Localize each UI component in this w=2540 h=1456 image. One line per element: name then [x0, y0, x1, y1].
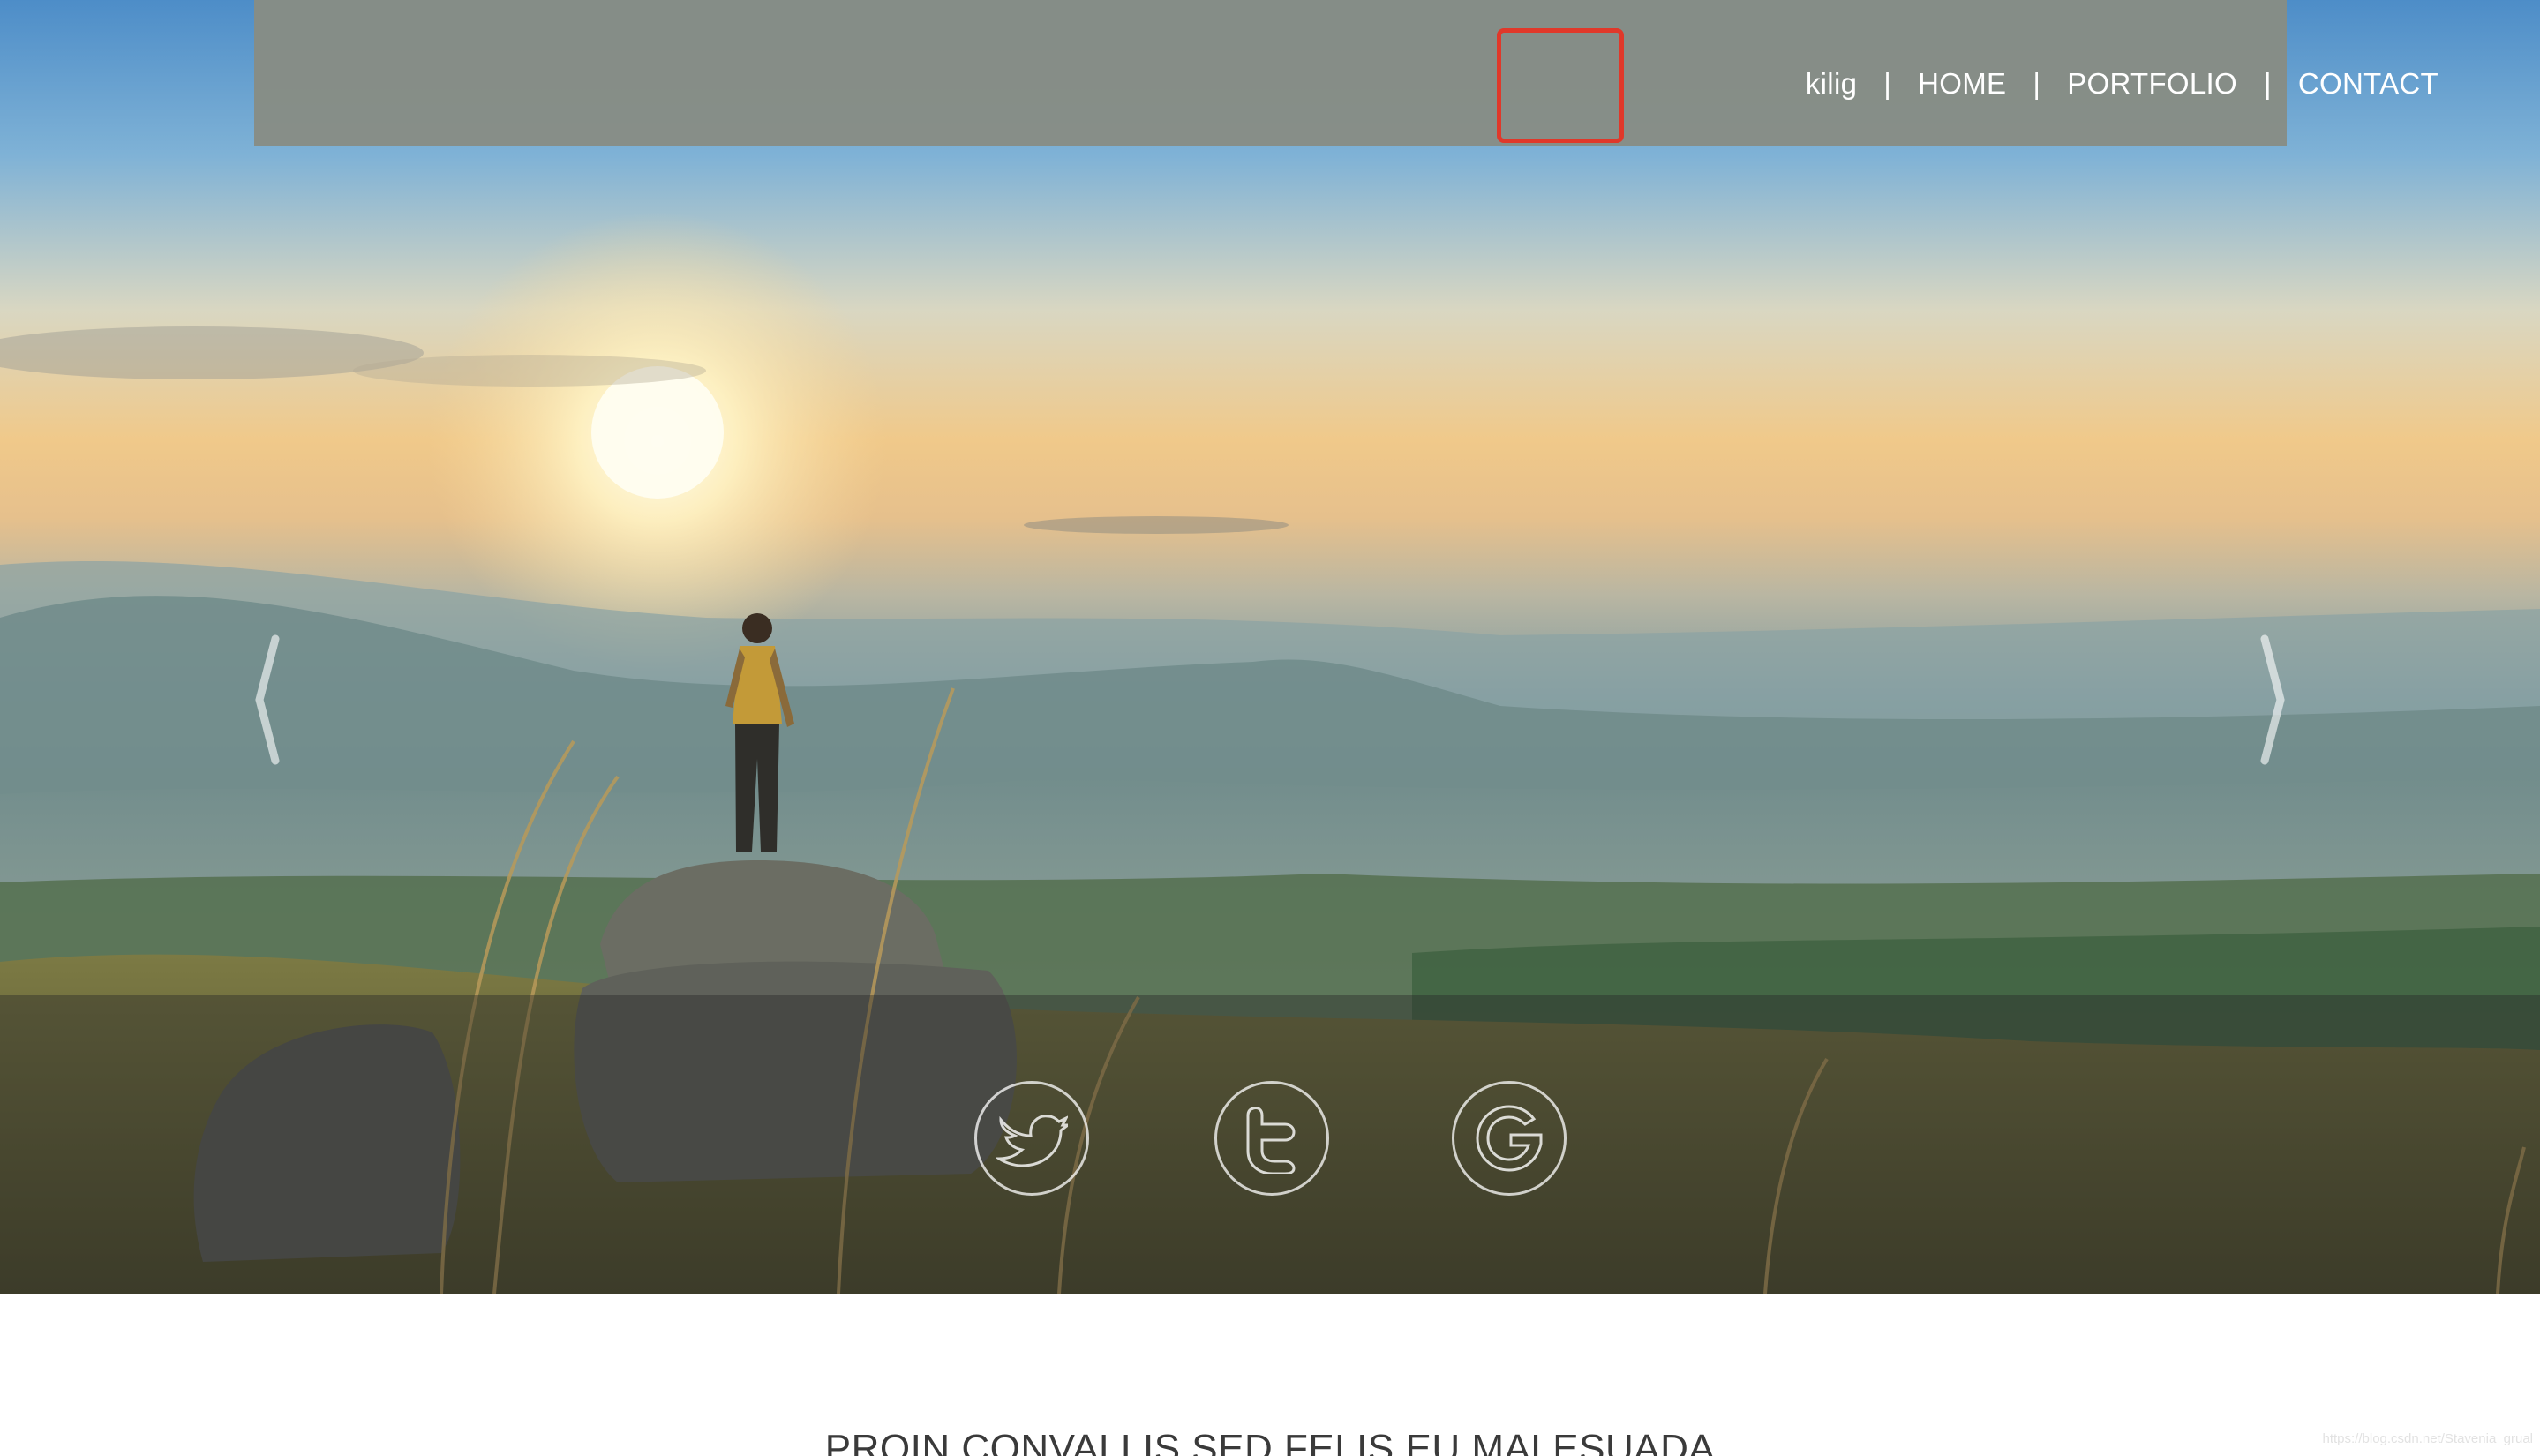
nav-separator: |	[1883, 67, 1892, 100]
nav-separator: |	[2263, 67, 2272, 100]
nav-separator: |	[2033, 67, 2041, 100]
nav-brand-link[interactable]: kilig	[1806, 67, 1857, 101]
bird-icon	[996, 1115, 1068, 1167]
nav-contact-link[interactable]: CONTACT	[2298, 67, 2439, 101]
social-twitter-button[interactable]	[1214, 1081, 1329, 1196]
chevron-left-icon	[255, 634, 280, 765]
watermark-text: https://blog.csdn.net/Stavenia_grual	[2322, 1431, 2534, 1446]
nav-portfolio-link[interactable]: PORTFOLIO	[2067, 67, 2237, 101]
google-icon	[1476, 1105, 1543, 1172]
social-bird-button[interactable]	[974, 1081, 1089, 1196]
annotation-highlight-box	[1497, 28, 1624, 143]
hero-carousel	[0, 0, 2540, 1294]
chevron-right-icon	[2260, 634, 2285, 765]
carousel-prev-button[interactable]	[249, 634, 284, 766]
carousel-next-button[interactable]	[2256, 634, 2291, 766]
page: kilig | HOME | PORTFOLIO | CONTACT PROIN…	[0, 0, 2540, 1456]
nav-home-link[interactable]: HOME	[1918, 67, 2006, 101]
section-heading: PROIN CONVALLIS SED FELIS EU MALESUADA	[824, 1427, 1716, 1456]
twitter-t-icon	[1246, 1107, 1296, 1174]
social-google-button[interactable]	[1452, 1081, 1567, 1196]
main-nav: kilig | HOME | PORTFOLIO | CONTACT	[1806, 0, 2439, 168]
